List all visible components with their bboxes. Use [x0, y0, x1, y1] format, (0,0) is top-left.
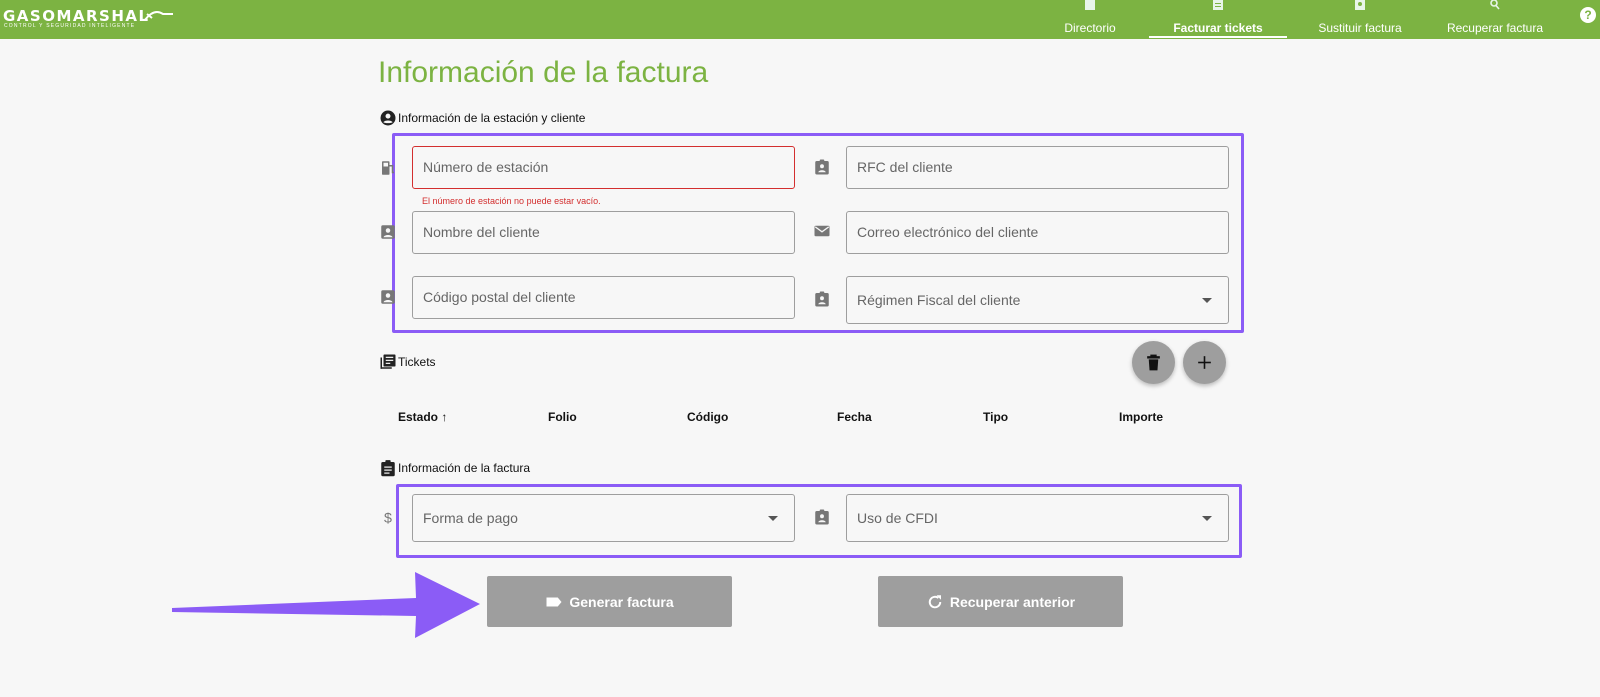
brand-logo[interactable]: GASOMARSHAL CONTROL Y SEGURIDAD INTELIGE…	[3, 6, 175, 30]
email-icon	[814, 225, 830, 237]
column-header-estado[interactable]: Estado ↑	[398, 410, 447, 424]
account-box-icon	[381, 225, 395, 239]
active-tab-indicator	[1149, 36, 1287, 38]
client-email-field[interactable]: Correo electrónico del cliente	[846, 211, 1229, 254]
label-icon	[546, 597, 562, 606]
add-ticket-button[interactable]	[1183, 341, 1226, 384]
annotation-arrow-icon	[172, 572, 480, 638]
gas-station-icon	[382, 161, 394, 175]
client-name-placeholder: Nombre del cliente	[423, 224, 540, 240]
nav-sustituir-factura-label: Sustituir factura	[1318, 21, 1402, 35]
station-number-error: El número de estación no puede estar vac…	[422, 196, 601, 206]
chevron-down-icon	[1202, 298, 1212, 303]
generate-invoice-label: Generar factura	[569, 593, 674, 610]
svg-text:$: $	[384, 510, 392, 526]
cfdi-use-select[interactable]: Uso de CFDI	[846, 494, 1229, 542]
plus-icon	[1198, 356, 1211, 369]
chevron-down-icon	[768, 516, 778, 521]
column-header-importe[interactable]: Importe	[1119, 410, 1163, 424]
page-title: Información de la factura	[378, 56, 709, 89]
top-app-bar: GASOMARSHAL CONTROL Y SEGURIDAD INTELIGE…	[0, 0, 1600, 39]
recover-previous-label: Recuperar anterior	[949, 593, 1076, 610]
nav-recuperar-factura[interactable]: Recuperar factura	[1440, 0, 1550, 39]
client-section-title: Información de la estación y cliente	[398, 111, 586, 125]
delete-ticket-button[interactable]	[1132, 341, 1175, 384]
column-header-codigo[interactable]: Código	[687, 410, 728, 424]
nav-facturar-tickets-label: Facturar tickets	[1173, 21, 1263, 35]
chevron-down-icon	[1202, 516, 1212, 521]
nav-facturar-tickets[interactable]: Facturar tickets	[1149, 0, 1287, 39]
receipt-icon	[1213, 0, 1223, 10]
tickets-section-heading: Tickets	[379, 353, 436, 371]
client-name-field[interactable]: Nombre del cliente	[412, 211, 795, 254]
tax-regime-placeholder: Régimen Fiscal del cliente	[857, 292, 1021, 308]
dollar-icon: $	[384, 510, 392, 526]
fuel-nozzle-icon	[144, 11, 173, 21]
assignment-ind-icon	[815, 509, 829, 525]
refresh-icon	[928, 594, 942, 608]
trash-icon	[1147, 354, 1160, 371]
tax-regime-select[interactable]: Régimen Fiscal del cliente	[846, 276, 1229, 324]
account-circle-icon	[380, 110, 396, 126]
client-postal-code-placeholder: Código postal del cliente	[423, 289, 576, 305]
client-rfc-placeholder: RFC del cliente	[857, 159, 953, 175]
help-icon[interactable]: ?	[1580, 7, 1596, 23]
client-email-placeholder: Correo electrónico del cliente	[857, 224, 1039, 240]
station-number-field[interactable]: Número de estación	[412, 146, 795, 189]
assignment-icon	[381, 460, 395, 477]
station-number-placeholder: Número de estación	[423, 159, 549, 175]
book-icon	[1085, 0, 1095, 10]
column-header-folio[interactable]: Folio	[548, 410, 577, 424]
assignment-ind-icon	[815, 291, 829, 307]
search-icon	[1490, 0, 1500, 10]
brand-tagline: CONTROL Y SEGURIDAD INTELIGENTE	[4, 23, 136, 29]
recover-previous-button[interactable]: Recuperar anterior	[878, 576, 1123, 627]
invoice-section-heading: Información de la factura	[379, 459, 530, 477]
invoice-section-title: Información de la factura	[398, 461, 531, 475]
cfdi-use-placeholder: Uso de CFDI	[857, 510, 938, 526]
library-books-icon	[380, 354, 396, 369]
account-box-icon	[1355, 0, 1365, 10]
payment-method-select[interactable]: Forma de pago	[412, 494, 795, 542]
payment-method-placeholder: Forma de pago	[423, 510, 518, 526]
column-header-tipo[interactable]: Tipo	[983, 410, 1008, 424]
column-header-estado-label: Estado	[398, 410, 439, 424]
tickets-section-title: Tickets	[398, 355, 436, 369]
account-box-icon	[381, 290, 395, 304]
nav-sustituir-factura[interactable]: Sustituir factura	[1300, 0, 1420, 39]
nav-directorio-label: Directorio	[1064, 21, 1116, 35]
generate-invoice-button[interactable]: Generar factura	[487, 576, 732, 627]
client-postal-code-field[interactable]: Código postal del cliente	[412, 276, 795, 319]
assignment-ind-icon	[815, 159, 829, 175]
client-rfc-field[interactable]: RFC del cliente	[846, 146, 1229, 189]
client-section-heading: Información de la estación y cliente	[379, 109, 585, 127]
sort-arrow-up-icon: ↑	[441, 410, 448, 424]
nav-directorio[interactable]: Directorio	[1035, 0, 1145, 39]
column-header-fecha[interactable]: Fecha	[837, 410, 872, 424]
nav-recuperar-factura-label: Recuperar factura	[1446, 21, 1544, 35]
